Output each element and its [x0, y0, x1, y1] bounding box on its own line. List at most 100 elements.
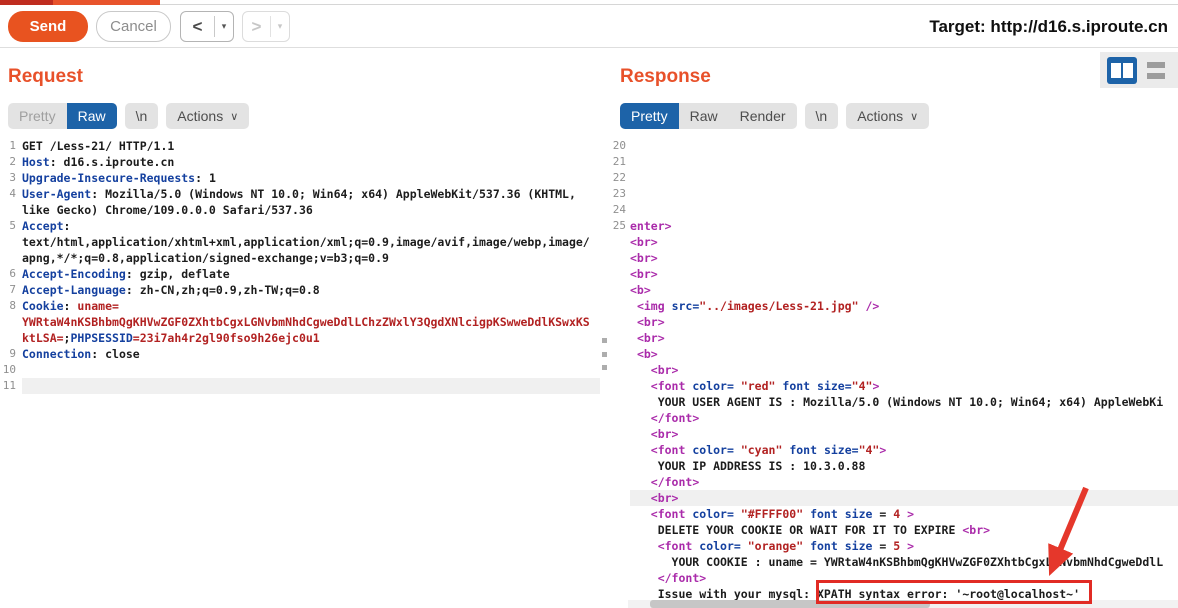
code-line: 10 [0, 362, 600, 378]
line-number [612, 234, 626, 250]
line-number [612, 410, 626, 426]
response-newline-toggle[interactable]: \n [805, 103, 839, 129]
code-line: 6Accept-Encoding: gzip, deflate [0, 266, 600, 282]
code-line: <br> [612, 490, 1178, 506]
actions-label: Actions [177, 108, 223, 124]
code-line: <br> [612, 314, 1178, 330]
line-number [612, 266, 626, 282]
line-number [612, 458, 626, 474]
line-number [612, 522, 626, 538]
code-line: <br> [612, 250, 1178, 266]
code-line: <b> [612, 282, 1178, 298]
repeater-tab-underline [53, 0, 160, 5]
line-number: 24 [612, 202, 626, 218]
stacked-layout-icon[interactable] [1147, 62, 1165, 79]
back-arrow-button[interactable]: < [181, 12, 214, 41]
line-number [612, 570, 626, 586]
line-number: 6 [0, 266, 16, 282]
code-line: YOUR IP ADDRESS IS : 10.3.0.88 [612, 458, 1178, 474]
line-number [612, 554, 626, 570]
layout-switcher [1100, 52, 1178, 88]
line-number [0, 314, 16, 330]
code-line: text/html,application/xhtml+xml,applicat… [0, 234, 600, 250]
line-number: 2 [0, 154, 16, 170]
line-number [612, 506, 626, 522]
back-dropdown-icon[interactable]: ▾ [215, 12, 233, 41]
tab-strip-divider [160, 4, 1178, 5]
line-number [612, 314, 626, 330]
line-number: 3 [0, 170, 16, 186]
columns-layout-icon[interactable] [1107, 57, 1137, 84]
line-number: 20 [612, 138, 626, 154]
code-line: 24 [612, 202, 1178, 218]
line-number: 1 [0, 138, 16, 154]
line-number [612, 586, 626, 602]
line-number [612, 394, 626, 410]
code-line: 2Host: d16.s.iproute.cn [0, 154, 600, 170]
code-line: 1GET /Less-21/ HTTP/1.1 [0, 138, 600, 154]
code-line: </font> [612, 570, 1178, 586]
line-number: 9 [0, 346, 16, 362]
panel-splitter-handle[interactable] [602, 338, 608, 370]
code-line: 8Cookie: uname= [0, 298, 600, 314]
send-button[interactable]: Send [8, 11, 88, 42]
line-number: 11 [0, 378, 16, 394]
code-line: 11 [0, 378, 600, 394]
repeater-tab-underline-dark [0, 0, 53, 5]
line-number: 10 [0, 362, 16, 378]
forward-arrow-button[interactable]: > [243, 12, 270, 41]
code-line: <img src="../images/Less-21.jpg" /> [612, 298, 1178, 314]
response-panel-title: Response [620, 66, 711, 88]
code-line: 21 [612, 154, 1178, 170]
newline-toggle-label: \n [816, 108, 828, 124]
response-hscroll-thumb[interactable] [650, 600, 930, 608]
code-line: like Gecko) Chrome/109.0.0.0 Safari/537.… [0, 202, 600, 218]
history-forward-group: > ▾ [242, 11, 290, 42]
code-line: YOUR USER AGENT IS : Mozilla/5.0 (Window… [612, 394, 1178, 410]
line-number [612, 442, 626, 458]
code-line: <font color= "#FFFF00" font size = 4 > [612, 506, 1178, 522]
request-newline-toggle[interactable]: \n [125, 103, 159, 129]
code-line: <b> [612, 346, 1178, 362]
line-number [612, 490, 626, 506]
response-panel: Response Pretty Raw Render \n Actions ∨ … [612, 48, 1178, 608]
line-number [0, 330, 16, 346]
line-number [612, 538, 626, 554]
code-line: 7Accept-Language: zh-CN,zh;q=0.9,zh-TW;q… [0, 282, 600, 298]
code-line: apng,*/*;q=0.8,application/signed-exchan… [0, 250, 600, 266]
tab-request-raw[interactable]: Raw [67, 103, 117, 129]
request-editor[interactable]: 1GET /Less-21/ HTTP/1.12Host: d16.s.ipro… [0, 138, 600, 608]
line-number [612, 282, 626, 298]
forward-dropdown-icon[interactable]: ▾ [271, 12, 289, 41]
tab-response-pretty[interactable]: Pretty [620, 103, 679, 129]
line-number: 22 [612, 170, 626, 186]
code-line: 22 [612, 170, 1178, 186]
code-line: <font color= "red" font size="4"> [612, 378, 1178, 394]
line-number [0, 234, 16, 250]
line-number [612, 474, 626, 490]
code-line: <font color= "cyan" font size="4"> [612, 442, 1178, 458]
history-back-group: < ▾ [180, 11, 234, 42]
line-number [612, 346, 626, 362]
request-view-tabgroup: Pretty Raw [8, 103, 117, 129]
tab-response-raw[interactable]: Raw [679, 103, 729, 129]
line-number: 25 [612, 218, 626, 234]
tab-request-pretty[interactable]: Pretty [8, 103, 67, 129]
cancel-button[interactable]: Cancel [96, 11, 171, 42]
tab-response-render[interactable]: Render [729, 103, 797, 129]
response-tabs: Pretty Raw Render \n Actions ∨ [620, 103, 929, 129]
code-line: <font color= "orange" font size = 5 > [612, 538, 1178, 554]
line-number: 7 [0, 282, 16, 298]
line-number [612, 330, 626, 346]
chevron-down-icon: ∨ [230, 110, 238, 123]
code-line: <br> [612, 330, 1178, 346]
line-number [0, 250, 16, 266]
response-editor[interactable]: 202122232425enter><br><br><br><b> <img s… [612, 138, 1178, 608]
request-tabs: Pretty Raw \n Actions ∨ [8, 103, 249, 129]
line-number [612, 250, 626, 266]
request-actions-button[interactable]: Actions ∨ [166, 103, 249, 129]
actions-label: Actions [857, 108, 903, 124]
response-actions-button[interactable]: Actions ∨ [846, 103, 929, 129]
burp-repeater-window: { "window": { "target_label": "Target: h… [0, 0, 1178, 608]
line-number [0, 202, 16, 218]
